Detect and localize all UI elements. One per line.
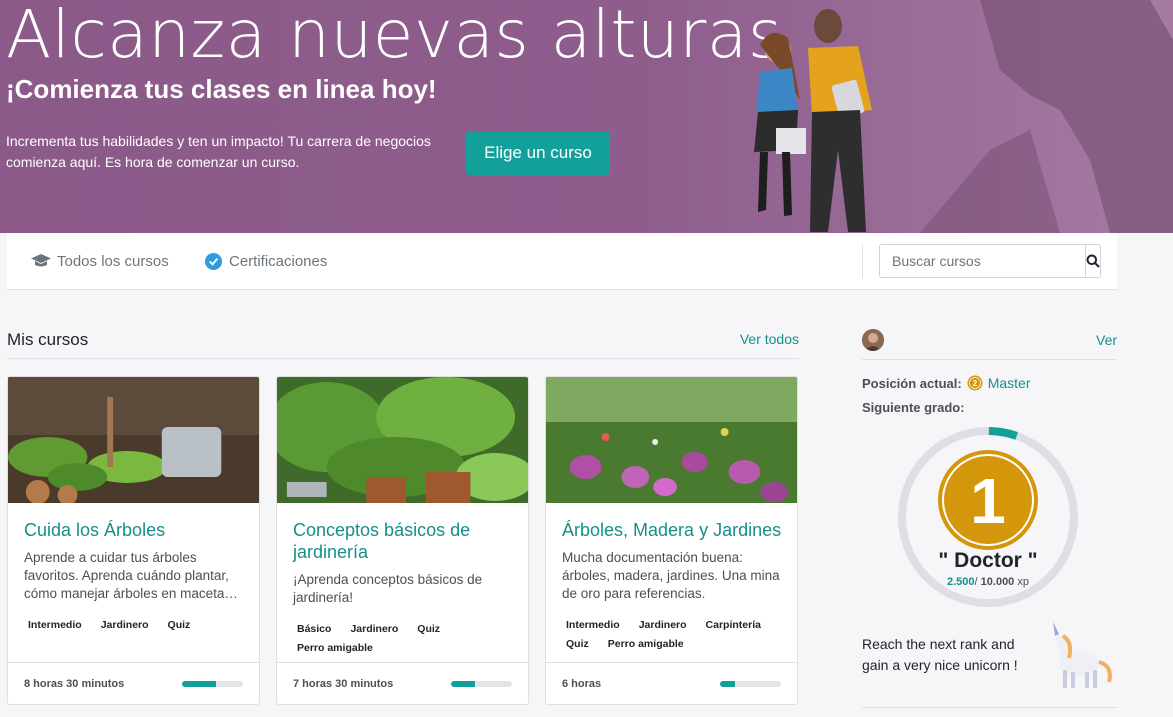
next-rank-name: " Doctor " [938,549,1038,572]
course-duration: 8 horas 30 minutos [24,678,125,690]
course-progress-fill [720,681,736,687]
nav-divider [862,244,863,278]
course-progress-bar [451,681,512,687]
course-tag[interactable]: Básico [293,621,335,637]
course-duration: 6 horas [562,678,602,690]
profile-see-link[interactable]: Ver [1096,332,1117,348]
next-rank-label: Siguiente grado: [862,400,965,415]
search-icon [1086,254,1100,268]
course-tag[interactable]: Intermedio [24,617,86,633]
xp-unit: xp [1014,576,1029,588]
course-title[interactable]: Conceptos básicos de jardinería [293,519,518,563]
current-rank-label: Posición actual: [862,375,962,391]
course-duration: 7 horas 30 minutos [293,678,394,690]
course-description: ¡Aprenda conceptos básicos de jardinería… [293,572,483,605]
course-card[interactable]: Conceptos básicos de jardinería ¡Aprenda… [276,376,529,705]
xp-current: 2.500 [947,576,975,588]
course-description: Aprende a cuidar tus árboles favoritos. … [24,550,238,601]
current-rank-row: Posición actual: 2 Master [862,375,1031,391]
profile-divider [862,359,1117,360]
search-button[interactable] [1085,245,1100,277]
course-image [8,377,259,505]
avatar[interactable] [862,329,884,351]
course-progress-bar [182,681,243,687]
course-tag[interactable]: Perro amigable [293,640,377,656]
current-rank-number: 2 [972,379,977,388]
course-tags: Intermedio Jardinero Carpintería Quiz Pe… [562,617,792,652]
rank-medal-icon: 2 [967,375,983,391]
nav-all-courses-label: Todos los cursos [57,252,169,270]
course-tag[interactable]: Jardinero [346,621,402,637]
course-footer: 6 horas [546,662,797,704]
see-all-link[interactable]: Ver todos [740,331,799,347]
course-progress-fill [182,681,216,687]
course-tags: Intermedio Jardinero Quiz [24,617,254,633]
xp-progress-arc [988,427,1019,440]
profile-bottom-divider [862,707,1117,708]
course-tag[interactable]: Quiz [413,621,444,637]
hero-subtitle: ¡Comienza tus clases en linea hoy! [6,74,437,104]
course-card[interactable]: Árboles, Madera y Jardines Mucha documen… [545,376,798,705]
nav-certifications-label: Certificaciones [229,252,328,270]
section-divider [7,358,799,359]
course-tag[interactable]: Intermedio [562,617,624,633]
course-footer: 7 horas 30 minutos [277,662,528,704]
course-search [879,244,1101,278]
my-courses-title: Mis cursos [7,330,89,349]
course-progress-bar [720,681,781,687]
verified-badge-icon [203,251,223,271]
next-rank-number: 1 [970,465,1006,537]
course-image [277,377,528,503]
course-tag[interactable]: Perro amigable [604,636,688,652]
course-progress-fill [451,681,476,687]
nav-certifications[interactable]: Certificaciones [203,251,327,271]
search-input[interactable] [880,245,1085,277]
hero-banner: Alcanza nuevas alturas ¡Comienza tus cla… [0,0,1173,233]
course-card[interactable]: Cuida los Árboles Aprende a cuidar tus á… [7,376,260,705]
current-rank-name[interactable]: Master [988,375,1031,391]
course-tag[interactable]: Quiz [164,617,195,633]
course-tag[interactable]: Jardinero [97,617,153,633]
course-title[interactable]: Cuida los Árboles [24,519,249,541]
reward-text: Reach the next rank and gain a very nice… [862,636,1018,673]
unicorn-illustration [1053,622,1112,688]
nav-all-courses[interactable]: Todos los cursos [31,251,169,271]
course-tag[interactable]: Carpintería [702,617,765,633]
course-tag[interactable]: Quiz [562,636,593,652]
course-description: Mucha documentación buena: árboles, made… [562,550,780,601]
course-tag[interactable]: Jardinero [635,617,691,633]
hero-title: Alcanza nuevas alturas [6,0,783,73]
xp-total: 10.000 [980,576,1015,588]
course-title[interactable]: Árboles, Madera y Jardines [562,519,787,541]
xp-readout: 2.500/ 10.000 xp [896,576,1080,588]
hero-description: Incrementa tus habilidades y ten un impa… [6,133,431,170]
course-image [546,377,797,503]
choose-course-button[interactable]: Elige un curso [466,131,610,175]
course-tags: Básico Jardinero Quiz Perro amigable [293,621,523,656]
course-navbar: Todos los cursos Certificaciones [7,233,1117,290]
hero-illustration [754,0,1173,233]
graduation-cap-icon [31,251,51,271]
course-footer: 8 horas 30 minutos [8,662,259,704]
